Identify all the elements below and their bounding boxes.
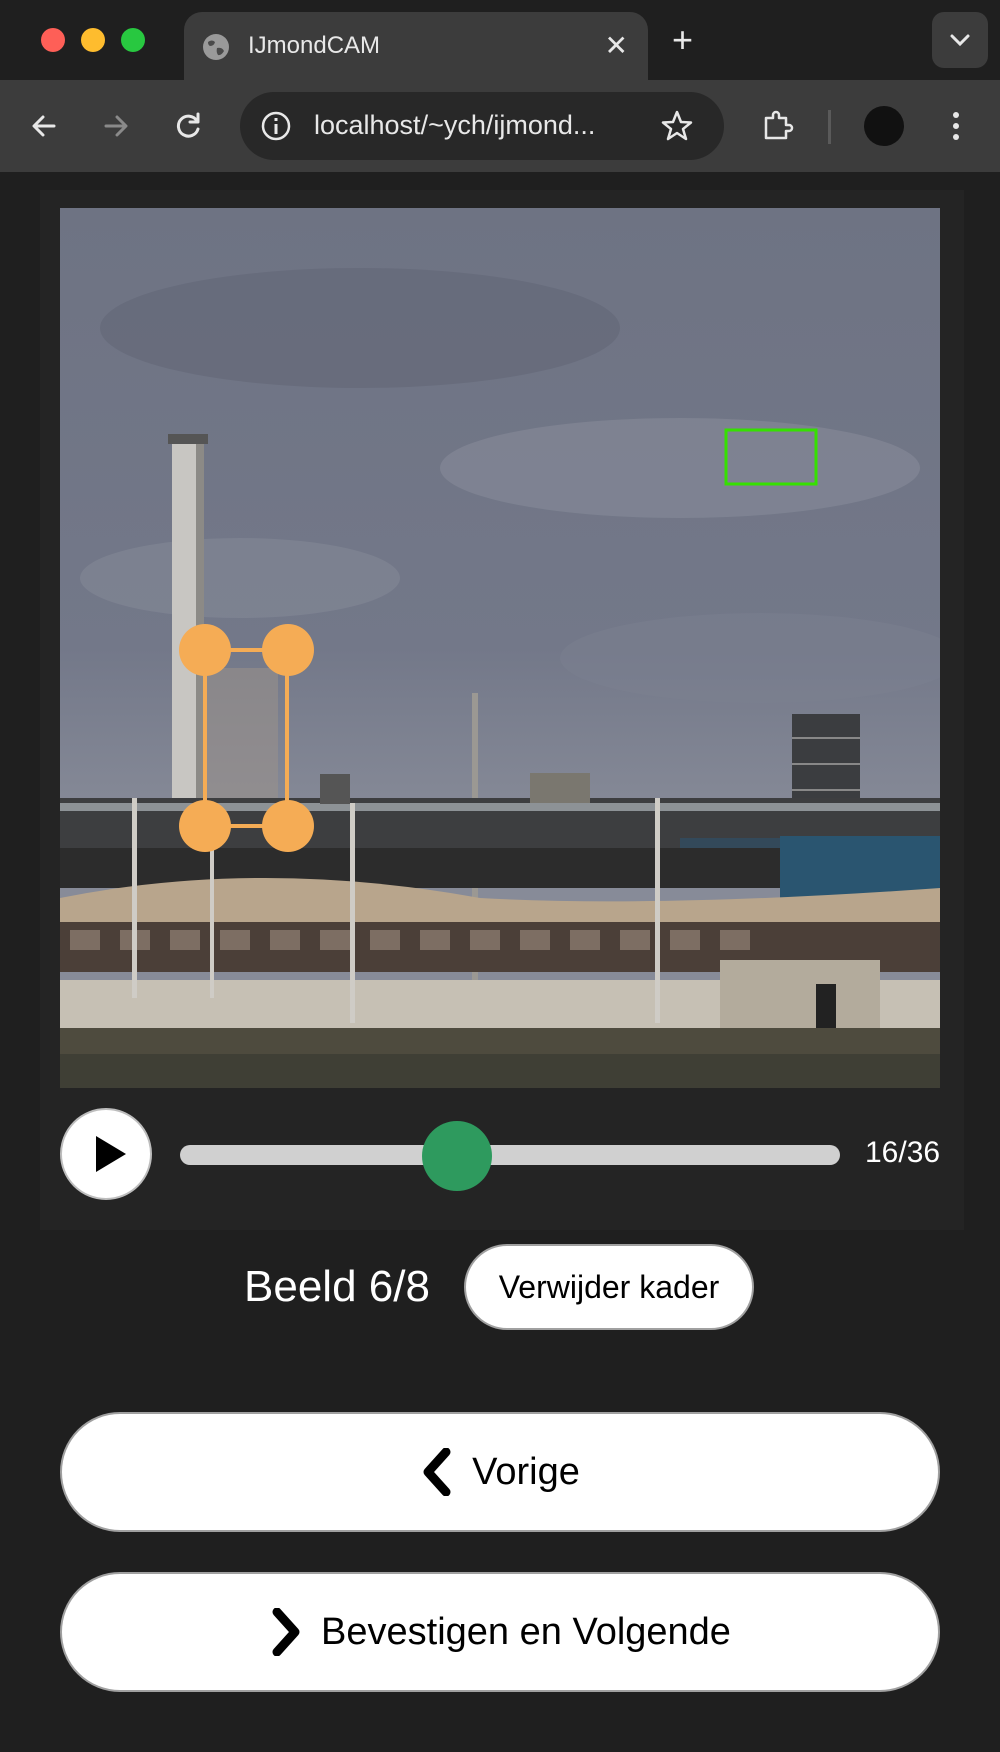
star-icon[interactable] — [658, 107, 696, 145]
new-tab-button[interactable]: + — [672, 22, 693, 58]
url-text: localhost/~ych/ijmond... — [314, 110, 596, 140]
tab-search-button[interactable] — [932, 12, 988, 68]
frame-index-label: Beeld 6/8 — [244, 1262, 430, 1311]
info-icon[interactable] — [258, 108, 294, 144]
resize-handle-bottom-left[interactable] — [179, 800, 231, 852]
resize-handle-top-left[interactable] — [179, 624, 231, 676]
avatar[interactable] — [864, 106, 904, 146]
previous-button[interactable]: Vorige — [60, 1412, 940, 1532]
video-frame[interactable] — [60, 208, 940, 1088]
more-vert-icon[interactable] — [938, 106, 974, 146]
globe-icon — [203, 34, 229, 60]
remove-box-button[interactable]: Verwijder kader — [464, 1244, 754, 1330]
back-arrow-icon[interactable] — [26, 108, 62, 144]
address-bar[interactable]: localhost/~ych/ijmond... — [240, 92, 724, 160]
play-button[interactable] — [60, 1108, 152, 1200]
resize-handle-bottom-right[interactable] — [262, 800, 314, 852]
frame-slider-thumb[interactable] — [422, 1121, 493, 1191]
window-zoom-button[interactable] — [121, 28, 145, 52]
chevron-down-icon — [950, 34, 970, 47]
puzzle-icon[interactable] — [758, 106, 798, 146]
play-icon — [96, 1136, 126, 1172]
browser-tab[interactable]: IJmondCAM ✕ — [184, 12, 648, 80]
toolbar-separator — [828, 110, 831, 144]
window-minimize-button[interactable] — [81, 28, 105, 52]
tab-title: IJmondCAM — [248, 32, 381, 59]
window-close-button[interactable] — [41, 28, 65, 52]
frame-counter: 16/36 — [865, 1136, 941, 1169]
chevron-right-icon — [272, 1608, 300, 1656]
frame-slider[interactable] — [180, 1145, 840, 1165]
chevron-left-icon — [423, 1448, 451, 1496]
confirm-next-button[interactable]: Bevestigen en Volgende — [60, 1572, 940, 1692]
resize-handle-top-right[interactable] — [262, 624, 314, 676]
browser-tab-bar: IJmondCAM ✕ + — [0, 0, 1000, 80]
previous-button-label: Vorige — [472, 1450, 580, 1493]
video-controls: 16/36 — [60, 1106, 940, 1202]
reload-icon[interactable] — [170, 108, 206, 144]
tab-close-icon[interactable]: ✕ — [605, 32, 628, 60]
industrial-scene-image — [60, 208, 940, 1088]
confirm-next-button-label: Bevestigen en Volgende — [321, 1610, 731, 1653]
forward-arrow-icon[interactable] — [98, 108, 134, 144]
